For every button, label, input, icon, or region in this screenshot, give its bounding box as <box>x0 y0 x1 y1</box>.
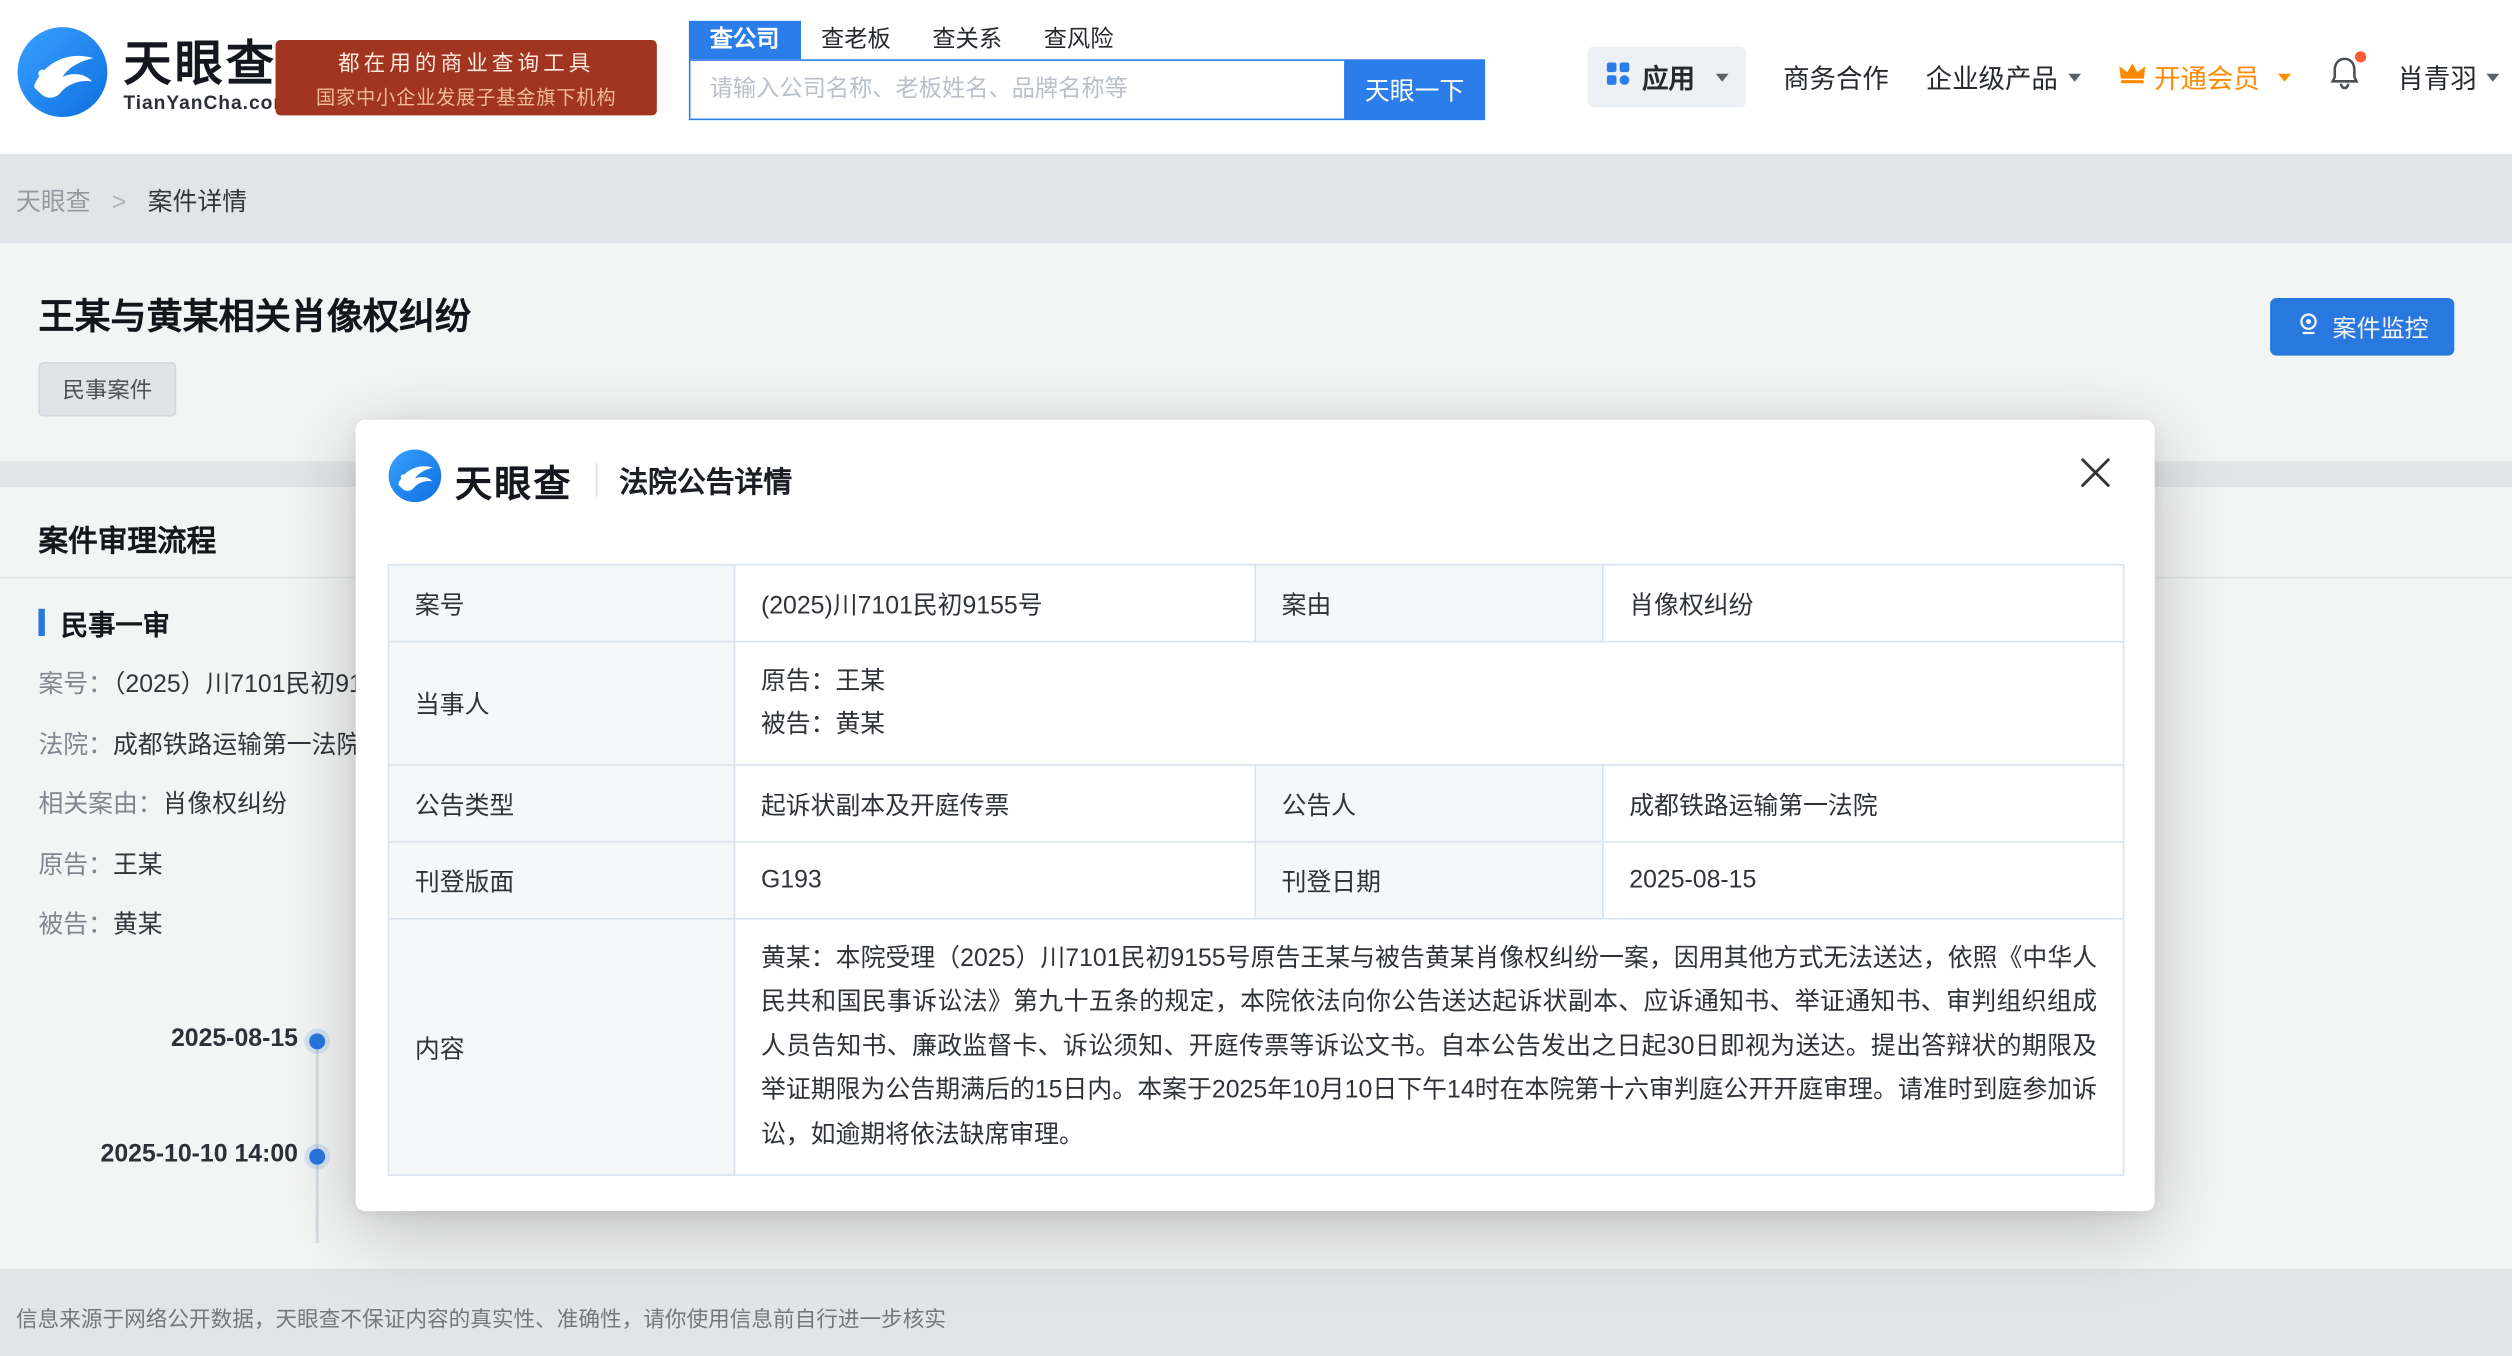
court-announcement-modal: 天眼查 法院公告详情 案号 (2025)川7101民初9155号 案由 肖像权纠… <box>355 419 2155 1212</box>
announcer-label: 公告人 <box>1254 764 1604 843</box>
chevron-down-icon <box>1715 72 1729 81</box>
publish-date-label: 刊登日期 <box>1254 841 1604 920</box>
modal-header: 天眼查 法院公告详情 <box>388 449 793 511</box>
announcement-type-label: 公告类型 <box>387 764 736 843</box>
search-tabs: 查公司 查老板 查关系 查风险 <box>688 20 1134 60</box>
table-row: 内容 黄某：本院受理（2025）川7101民初9155号原告王某与被告黄某肖像权… <box>387 917 2125 1176</box>
table-row: 公告类型 起诉状副本及开庭传票 公告人 成都铁路运输第一法院 <box>387 764 2125 843</box>
search-input[interactable] <box>688 59 1345 121</box>
divider <box>595 462 597 497</box>
badge-line2: 国家中小企业发展子基金旗下机构 <box>315 86 617 109</box>
nav-apps-label: 应用 <box>1642 65 1695 95</box>
tianyancha-logo-icon <box>388 449 442 511</box>
brand-slogan-badge: 都在用的商业查询工具 国家中小企业发展子基金旗下机构 <box>275 40 657 116</box>
logo-domain: TianYanCha.com <box>123 91 292 114</box>
content-label: 内容 <box>387 917 736 1176</box>
cause-value: 肖像权纠纷 <box>1602 563 2125 643</box>
table-row: 案号 (2025)川7101民初9155号 案由 肖像权纠纷 <box>387 563 2125 643</box>
page: 天眼查 TianYanCha.com 都在用的商业查询工具 国家中小企业发展子基… <box>0 0 2512 1356</box>
nav-enterprise-products[interactable]: 企业级产品 <box>1926 58 2081 96</box>
tab-search-risk[interactable]: 查风险 <box>1023 21 1134 59</box>
crown-icon <box>2117 61 2146 93</box>
notifications-button[interactable] <box>2327 51 2366 99</box>
party-plaintiff: 原告：王某 <box>760 668 886 696</box>
notification-dot <box>2354 51 2366 63</box>
badge-line1: 都在用的商业查询工具 <box>338 51 595 76</box>
logo-name: 天眼查 <box>123 38 278 92</box>
party-value: 原告：王某 被告：黄某 <box>733 640 2125 766</box>
logo-text: 天眼查 TianYanCha.com <box>123 38 291 113</box>
username-label: 肖青羽 <box>2397 65 2477 95</box>
publish-date-value: 2025-08-15 <box>1602 841 2125 920</box>
tab-search-relation[interactable]: 查关系 <box>912 21 1023 59</box>
tianyancha-logo-icon <box>16 26 109 127</box>
chevron-down-icon <box>2486 72 2500 81</box>
header-nav: 应用 商务合作 企业级产品 开通会员 肖青羽 <box>1587 0 2500 154</box>
nav-open-vip[interactable]: 开通会员 <box>2117 58 2291 96</box>
party-label: 当事人 <box>387 640 736 766</box>
close-icon[interactable] <box>2078 455 2113 490</box>
nav-cooperation[interactable]: 商务合作 <box>1783 58 1889 96</box>
search-button[interactable]: 天眼一下 <box>1344 59 1486 121</box>
modal-brand-name: 天眼查 <box>454 462 573 504</box>
apps-grid-icon <box>1605 60 1631 94</box>
case-no-value: (2025)川7101民初9155号 <box>733 563 1256 643</box>
announcement-content: 黄某：本院受理（2025）川7101民初9155号原告王某与被告黄某肖像权纠纷一… <box>760 944 2098 1149</box>
table-row: 当事人 原告：王某 被告：黄某 <box>387 640 2125 766</box>
table-row: 刊登版面 G193 刊登日期 2025-08-15 <box>387 841 2125 920</box>
announcement-type-value: 起诉状副本及开庭传票 <box>733 764 1256 843</box>
tab-search-boss[interactable]: 查老板 <box>800 21 911 59</box>
nav-cooperation-label: 商务合作 <box>1783 65 1889 95</box>
case-no-label: 案号 <box>387 563 736 643</box>
nav-vip-label: 开通会员 <box>2153 65 2260 95</box>
nav-apps[interactable]: 应用 <box>1587 46 1747 108</box>
nav-enterprise-label: 企业级产品 <box>1925 65 2058 95</box>
user-menu[interactable]: 肖青羽 <box>2397 58 2500 96</box>
cause-label: 案由 <box>1254 563 1604 643</box>
chevron-down-icon <box>2067 72 2081 81</box>
content-value: 黄某：本院受理（2025）川7101民初9155号原告王某与被告黄某肖像权纠纷一… <box>733 917 2125 1176</box>
chevron-down-icon <box>2277 72 2291 81</box>
party-defendant: 被告：黄某 <box>760 711 886 739</box>
announcement-table: 案号 (2025)川7101民初9155号 案由 肖像权纠纷 当事人 原告：王某… <box>387 563 2125 1176</box>
modal-title: 法院公告详情 <box>619 465 793 498</box>
top-header: 天眼查 TianYanCha.com 都在用的商业查询工具 国家中小企业发展子基… <box>0 0 2512 154</box>
bell-icon <box>2327 54 2361 99</box>
search-bar: 天眼一下 <box>688 59 1486 121</box>
tianyancha-logo[interactable]: 天眼查 TianYanCha.com <box>16 26 291 127</box>
layout-value: G193 <box>733 841 1256 920</box>
announcer-value: 成都铁路运输第一法院 <box>1602 764 2125 843</box>
layout-label: 刊登版面 <box>387 841 736 920</box>
tab-search-company[interactable]: 查公司 <box>688 20 801 60</box>
